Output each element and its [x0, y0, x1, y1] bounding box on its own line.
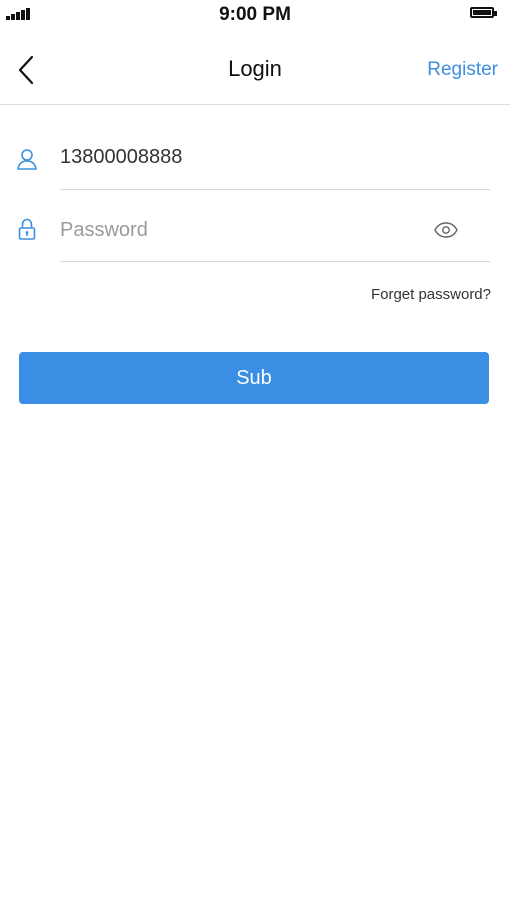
phone-divider: [60, 189, 490, 190]
phone-input[interactable]: [60, 144, 410, 170]
battery-full-icon: [470, 7, 497, 18]
submit-button[interactable]: Sub: [19, 352, 489, 404]
eye-icon[interactable]: [434, 222, 458, 238]
password-divider: [60, 261, 490, 262]
password-row: [0, 200, 510, 262]
register-link[interactable]: Register: [427, 59, 498, 81]
lock-icon: [18, 218, 36, 240]
password-input[interactable]: [60, 217, 410, 243]
status-bar: 9:00 PM: [0, 0, 510, 32]
forget-password-link[interactable]: Forget password?: [371, 286, 491, 303]
phone-row: [0, 126, 510, 190]
user-icon: [17, 149, 37, 170]
status-time: 9:00 PM: [219, 4, 291, 25]
nav-bar: Login Register: [0, 32, 510, 105]
